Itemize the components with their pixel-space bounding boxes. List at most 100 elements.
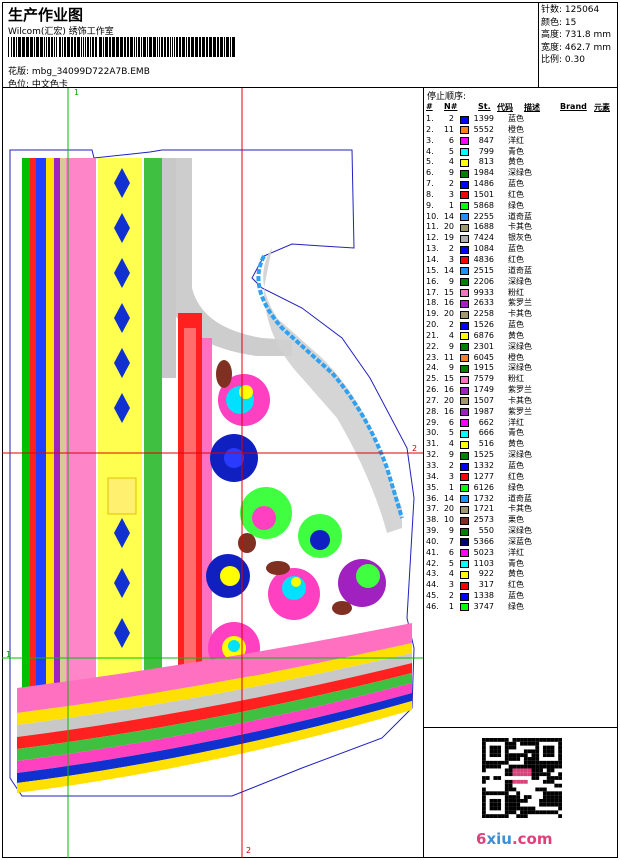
stitch-count: 2515 (473, 265, 494, 275)
stop-row: 38. 10 2573 栗色 (424, 515, 618, 526)
stitch-count: 7424 (473, 233, 494, 243)
stitch-count: 1749 (473, 385, 494, 395)
needle-number: 16 (443, 298, 454, 308)
color-description: 深绿色 (508, 341, 532, 351)
color-description: 道奇蓝 (508, 265, 532, 275)
stitch-count: 6876 (473, 330, 494, 340)
stop-number: 35. (426, 482, 439, 492)
needle-number: 2 (448, 244, 454, 254)
stop-number: 36. (426, 493, 439, 503)
color-description: 深绿色 (508, 450, 532, 460)
needle-number: 2 (448, 179, 454, 189)
color-swatch (460, 495, 469, 504)
stop-number: 6. (426, 168, 434, 178)
needle-number: 4 (448, 569, 454, 579)
color-swatch (460, 321, 469, 330)
stitch-count: 1486 (473, 179, 494, 189)
color-swatch (460, 408, 469, 417)
needle-number: 20 (443, 504, 454, 514)
needle-number: 15 (443, 287, 454, 297)
needle-number: 20 (443, 309, 454, 319)
color-swatch (460, 354, 469, 363)
stop-row: 46. 1 3747 绿色 (424, 602, 618, 613)
stop-row: 10. 14 2255 道奇蓝 (424, 212, 618, 223)
color-description: 洋红 (508, 135, 524, 145)
page-title: 生产作业图 (8, 6, 84, 24)
needle-number: 6 (448, 417, 454, 427)
stitch-count: 2258 (473, 309, 494, 319)
needle-number: 1 (448, 601, 454, 611)
stop-number: 29. (426, 417, 439, 427)
stitch-count: 3747 (473, 601, 494, 611)
stitch-count: 516 (478, 439, 494, 449)
stop-row: 22. 9 2301 深绿色 (424, 342, 618, 353)
stop-row: 4. 5 799 青色 (424, 147, 618, 158)
needle-number: 20 (443, 222, 454, 232)
panel-title: 停止顺序: (427, 92, 467, 102)
color-swatch (460, 299, 469, 308)
barcode-graphic (8, 37, 235, 57)
stitch-count: 2206 (473, 276, 494, 286)
stop-row: 33. 2 1332 蓝色 (424, 461, 618, 472)
design-width: 宽度: 462.7 mm (541, 42, 612, 53)
color-description: 紫罗兰 (508, 298, 532, 308)
color-swatch (460, 310, 469, 319)
needle-number: 2 (448, 591, 454, 601)
stop-row: 15. 14 2515 道奇蓝 (424, 266, 618, 277)
watermark-com: .com (511, 830, 553, 848)
color-swatch (460, 158, 469, 167)
color-description: 青色 (508, 558, 524, 568)
watermark-logo: 6xiu.com (476, 830, 552, 848)
stop-row: 3. 6 847 洋红 (424, 136, 618, 147)
design-scale: 比例: 0.30 (541, 55, 585, 66)
color-description: 黄色 (508, 157, 524, 167)
stitch-count: 1399 (473, 114, 494, 123)
stop-row: 30. 5 666 青色 (424, 428, 618, 439)
color-swatch (460, 115, 469, 124)
stop-row: 43. 4 922 黄色 (424, 569, 618, 580)
needle-number: 1 (448, 482, 454, 492)
stop-number: 28. (426, 406, 439, 416)
needle-number: 11 (443, 352, 454, 362)
needle-number: 5 (448, 558, 454, 568)
stitch-count: 1338 (473, 591, 494, 601)
color-description: 黄色 (508, 439, 524, 449)
color-description: 粉红 (508, 287, 524, 297)
stop-row: 1. 2 1399 蓝色 (424, 114, 618, 125)
green-guide-label-top: 1 (74, 88, 80, 97)
color-description: 蓝色 (508, 320, 524, 330)
needle-number: 2 (448, 114, 454, 123)
col-header-n: N# (444, 102, 458, 111)
color-description: 绿色 (508, 200, 524, 210)
stop-number: 39. (426, 526, 439, 536)
color-description: 红色 (508, 254, 524, 264)
stitch-count: 666 (478, 428, 494, 438)
color-description: 深绿色 (508, 363, 532, 373)
stitch-count: 1277 (473, 471, 494, 481)
color-description: 蓝色 (508, 461, 524, 470)
color-swatch (460, 343, 469, 352)
stop-number: 10. (426, 211, 439, 221)
stop-row: 25. 15 7579 粉红 (424, 374, 618, 385)
design-preview-canvas[interactable]: 1 1 2 2 (2, 88, 424, 858)
color-description: 洋红 (508, 547, 524, 557)
needle-number: 6 (448, 135, 454, 145)
color-swatch (460, 484, 469, 493)
stop-number: 42. (426, 558, 439, 568)
stitch-count: 5552 (473, 124, 494, 134)
stop-number: 18. (426, 298, 439, 308)
stop-row: 34. 3 1277 红色 (424, 472, 618, 483)
stop-list: 1. 2 1399 蓝色 2. 11 5552 橙色 3. 6 847 洋红 4. 5 799 青色 5. 4 81… (424, 114, 618, 613)
color-swatch (460, 180, 469, 189)
needle-number: 10 (443, 515, 454, 525)
color-description: 深绿色 (508, 168, 532, 178)
needle-number: 3 (448, 580, 454, 590)
stop-number: 34. (426, 471, 439, 481)
stop-row: 23. 11 6045 橙色 (424, 353, 618, 364)
needle-number: 9 (448, 450, 454, 460)
color-swatch (460, 516, 469, 525)
stop-row: 40. 7 5366 深蓝色 (424, 537, 618, 548)
color-description: 卡其色 (508, 395, 532, 405)
needle-number: 5 (448, 428, 454, 438)
embroidery-preview (2, 88, 423, 858)
